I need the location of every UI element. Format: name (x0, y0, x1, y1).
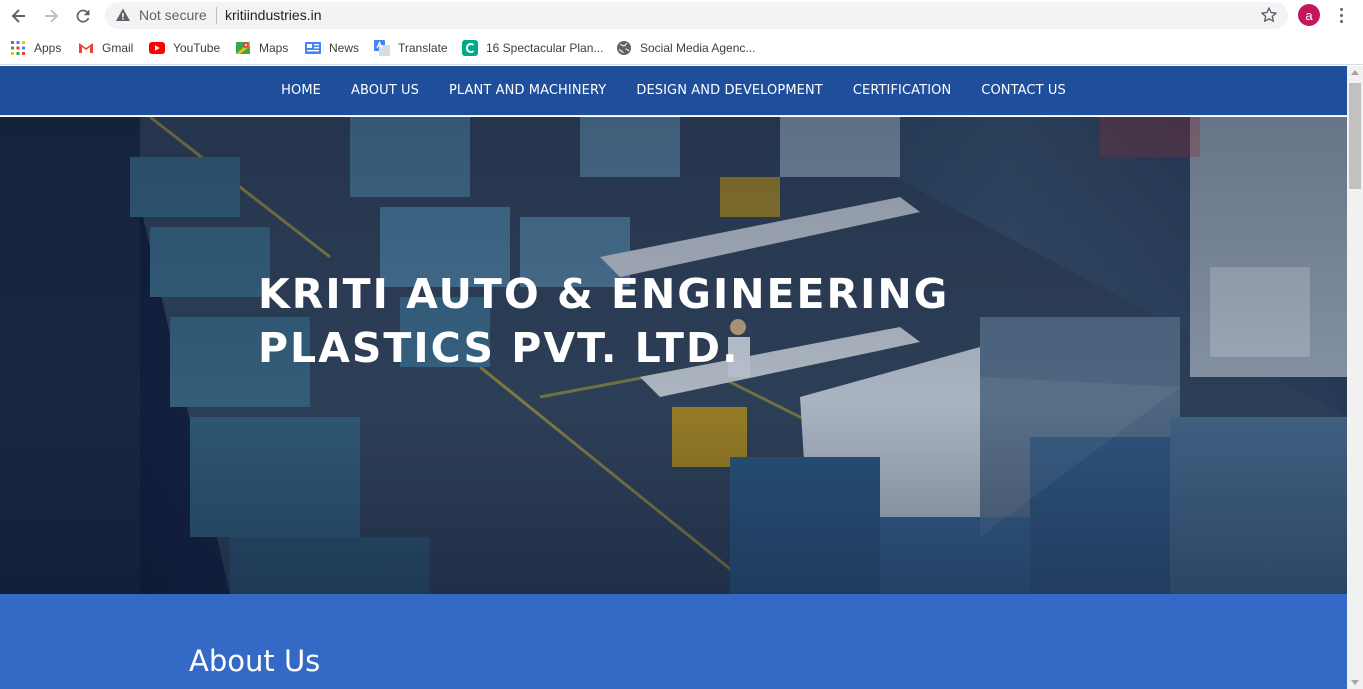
dot-icon (1339, 14, 1343, 17)
scroll-down-arrow-icon[interactable] (1351, 680, 1359, 685)
bookmark-label: Apps (34, 41, 62, 55)
about-heading: About Us (189, 644, 321, 678)
site-c-icon (462, 40, 478, 56)
bookmark-label: Translate (398, 41, 448, 55)
bookmarks-bar: Apps Gmail YouTube Maps News Translate 1… (0, 31, 1363, 65)
scroll-up-arrow-icon[interactable] (1351, 70, 1359, 75)
scrollbar-thumb[interactable] (1349, 83, 1361, 189)
star-icon[interactable] (1260, 6, 1278, 24)
security-status[interactable]: Not secure (139, 7, 207, 23)
arrow-left-icon (11, 9, 25, 23)
youtube-icon (149, 40, 165, 56)
hero-title-line-2: PLASTICS PVT. LTD. (258, 324, 740, 372)
bookmark-label: Gmail (102, 41, 134, 55)
reload-button[interactable] (70, 3, 96, 29)
maps-icon (235, 40, 251, 56)
page-viewport: HOME ABOUT US PLANT AND MACHINERY DESIGN… (0, 66, 1347, 689)
news-icon (305, 40, 321, 56)
nav-about-us[interactable]: ABOUT US (336, 83, 434, 98)
nav-design-and-development[interactable]: DESIGN AND DEVELOPMENT (621, 83, 837, 98)
apps-grid-icon (10, 40, 26, 56)
nav-contact-us[interactable]: CONTACT US (966, 83, 1081, 98)
browser-toolbar: Not secure kritiindustries.in a (0, 0, 1363, 31)
nav-home[interactable]: HOME (266, 83, 336, 98)
address-bar[interactable]: Not secure kritiindustries.in (105, 2, 1288, 29)
bookmark-label: YouTube (173, 41, 221, 55)
bookmark-youtube[interactable]: YouTube (149, 39, 220, 57)
page-scrollbar[interactable] (1347, 66, 1363, 689)
globe-icon (616, 40, 632, 56)
bookmark-social-media[interactable]: Social Media Agenc... (616, 39, 755, 57)
bookmark-translate[interactable]: Translate (374, 39, 448, 57)
forward-button[interactable] (38, 3, 64, 29)
browser-menu-button[interactable] (1334, 5, 1348, 27)
dot-icon (1339, 20, 1343, 23)
bookmark-news[interactable]: News (305, 39, 359, 57)
bookmark-spectacular-plan[interactable]: 16 Spectacular Plan... (462, 39, 603, 57)
url-text[interactable]: kritiindustries.in (225, 7, 321, 23)
nav-certification[interactable]: CERTIFICATION (838, 83, 966, 98)
bookmark-gmail[interactable]: Gmail (78, 39, 133, 57)
hero-banner: KRITI AUTO & ENGINEERING PLASTICS PVT. L… (0, 117, 1347, 594)
bookmark-maps[interactable]: Maps (235, 39, 288, 57)
bookmark-label: Social Media Agenc... (640, 41, 756, 55)
nav-plant-and-machinery[interactable]: PLANT AND MACHINERY (434, 83, 621, 98)
reload-icon (76, 9, 90, 23)
bookmark-label: 16 Spectacular Plan... (486, 41, 604, 55)
back-button[interactable] (6, 3, 32, 29)
profile-avatar[interactable]: a (1298, 4, 1320, 26)
gmail-icon (78, 40, 94, 56)
dot-icon (1339, 8, 1343, 11)
translate-icon (374, 40, 390, 56)
arrow-right-icon (45, 9, 59, 23)
hero-title: KRITI AUTO & ENGINEERING PLASTICS PVT. L… (258, 267, 949, 375)
site-navigation: HOME ABOUT US PLANT AND MACHINERY DESIGN… (0, 66, 1347, 116)
hero-title-line-1: KRITI AUTO & ENGINEERING (258, 270, 950, 318)
omnibox-separator (216, 7, 217, 24)
bookmark-label: News (329, 41, 360, 55)
bookmark-label: Maps (259, 41, 289, 55)
warning-icon (116, 8, 130, 21)
about-section: About Us (0, 594, 1347, 689)
bookmark-apps[interactable]: Apps (10, 39, 61, 57)
